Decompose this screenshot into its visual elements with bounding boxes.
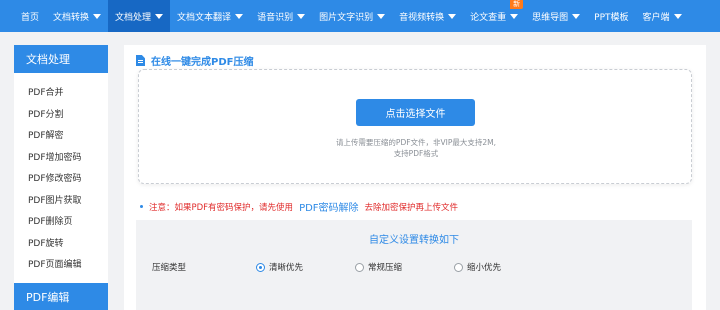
pdf-password-remove-link[interactable]: PDF密码解除 (299, 199, 358, 214)
nav-label: 首页 (21, 12, 40, 23)
sidebar-item-pdf-rotate[interactable]: PDF旋转 (14, 232, 108, 254)
sidebar-item-pdf-delete-pages[interactable]: PDF删除页 (14, 210, 108, 232)
page-title: 在线一键完成PDF压缩 (136, 53, 253, 68)
document-icon (136, 55, 145, 66)
chevron-down-icon (235, 13, 244, 19)
chevron-down-icon (377, 13, 386, 19)
settings-panel: 自定义设置转换如下 压缩类型 清晰优先 常规压缩 缩小优先 (136, 220, 692, 310)
chevron-down-icon (510, 13, 519, 19)
option-clarity-first[interactable]: 清晰优先 (256, 261, 303, 273)
nav-av-convert[interactable]: 音视频转换 (392, 0, 463, 32)
option-normal-compress[interactable]: 常规压缩 (355, 261, 402, 273)
option-size-first[interactable]: 缩小优先 (454, 261, 501, 273)
nav-doc-convert[interactable]: 文档转换 (46, 0, 108, 32)
chevron-down-icon (155, 13, 164, 19)
main-panel: 在线一键完成PDF压缩 点击选择文件 请上传需要压缩的PDF文件，非VIP最大支… (124, 45, 706, 310)
compression-type-row: 压缩类型 清晰优先 常规压缩 缩小优先 (152, 261, 553, 273)
nav-label: 论文查重 (470, 12, 507, 23)
sidebar-list: PDF合并 PDF分割 PDF解密 PDF增加密码 PDF修改密码 PDF图片获… (14, 73, 108, 275)
chevron-down-icon (93, 13, 102, 19)
chevron-down-icon (297, 13, 306, 19)
upload-dropzone[interactable]: 点击选择文件 请上传需要压缩的PDF文件，非VIP最大支持2M, 支持PDF格式 (138, 69, 692, 184)
nav-speech-recognition[interactable]: 语音识别 (250, 0, 312, 32)
upload-hint: 请上传需要压缩的PDF文件，非VIP最大支持2M, 支持PDF格式 (139, 137, 693, 159)
new-badge: 新 (510, 0, 524, 9)
sidebar-item-pdf-merge[interactable]: PDF合并 (14, 81, 108, 103)
nav-label: 文档处理 (115, 12, 152, 23)
sidebar: 文档处理 PDF合并 PDF分割 PDF解密 PDF增加密码 PDF修改密码 P… (14, 45, 108, 310)
settings-title: 自定义设置转换如下 (369, 235, 459, 246)
nav-home[interactable]: 首页 (14, 0, 46, 32)
nav-mind-map[interactable]: 思维导图 (525, 0, 587, 32)
notice-prefix: 注意：如果PDF有密码保护，请先使用 (149, 202, 294, 213)
radio-unchecked-icon[interactable] (355, 262, 365, 272)
nav-label: 图片文字识别 (319, 12, 374, 23)
sidebar-item-pdf-extract-images[interactable]: PDF图片获取 (14, 189, 108, 211)
nav-doc-process[interactable]: 文档处理 (108, 0, 171, 32)
upload-hint-line2: 支持PDF格式 (393, 149, 439, 158)
sidebar-item-pdf-decrypt[interactable]: PDF解密 (14, 124, 108, 146)
bullet-dot (140, 205, 143, 208)
nav-label: 思维导图 (532, 12, 569, 23)
upload-hint-line1: 请上传需要压缩的PDF文件，非VIP最大支持2M, (335, 138, 497, 147)
nav-ppt-template[interactable]: PPT模板 (587, 0, 635, 32)
nav-label: 文档转换 (53, 12, 90, 23)
chevron-down-icon (572, 13, 581, 19)
radio-checked-icon[interactable] (256, 262, 265, 272)
option-label: 清晰优先 (269, 263, 304, 273)
select-file-button[interactable]: 点击选择文件 (356, 99, 475, 126)
nav-label: 音视频转换 (399, 12, 445, 23)
chevron-down-icon (673, 13, 682, 19)
sidebar-item-pdf-add-password[interactable]: PDF增加密码 (14, 146, 108, 168)
nav-label: PPT模板 (594, 12, 629, 23)
option-label: 缩小优先 (467, 263, 502, 273)
top-navigation: 首页 文档转换 文档处理 文档文本翻译 语音识别 图片文字识别 音视频转换 论文… (0, 0, 720, 32)
nav-paper-check[interactable]: 论文查重新 (463, 0, 525, 32)
nav-label: 语音识别 (257, 12, 294, 23)
chevron-down-icon (448, 13, 457, 19)
page-title-text: 在线一键完成PDF压缩 (151, 57, 254, 68)
sidebar-item-pdf-change-password[interactable]: PDF修改密码 (14, 167, 108, 189)
nav-doc-translate[interactable]: 文档文本翻译 (170, 0, 250, 32)
sidebar-section-title: 文档处理 (14, 45, 108, 73)
notice-suffix: 去除加密保护再上传文件 (364, 202, 459, 213)
compression-type-label: 压缩类型 (152, 263, 187, 273)
nav-image-ocr[interactable]: 图片文字识别 (312, 0, 392, 32)
nav-label: 文档文本翻译 (177, 12, 232, 23)
nav-label: 客户端 (642, 12, 670, 23)
nav-client[interactable]: 客户端 (636, 0, 689, 32)
radio-unchecked-icon[interactable] (454, 262, 464, 272)
option-label: 常规压缩 (368, 263, 403, 273)
sidebar-item-pdf-page-edit[interactable]: PDF页面编辑 (14, 253, 108, 275)
password-notice: 注意：如果PDF有密码保护，请先使用 PDF密码解除 去除加密保护再上传文件 (140, 199, 458, 214)
sidebar-section-pdf-edit[interactable]: PDF编辑 (14, 283, 108, 310)
sidebar-item-pdf-split[interactable]: PDF分割 (14, 103, 108, 125)
